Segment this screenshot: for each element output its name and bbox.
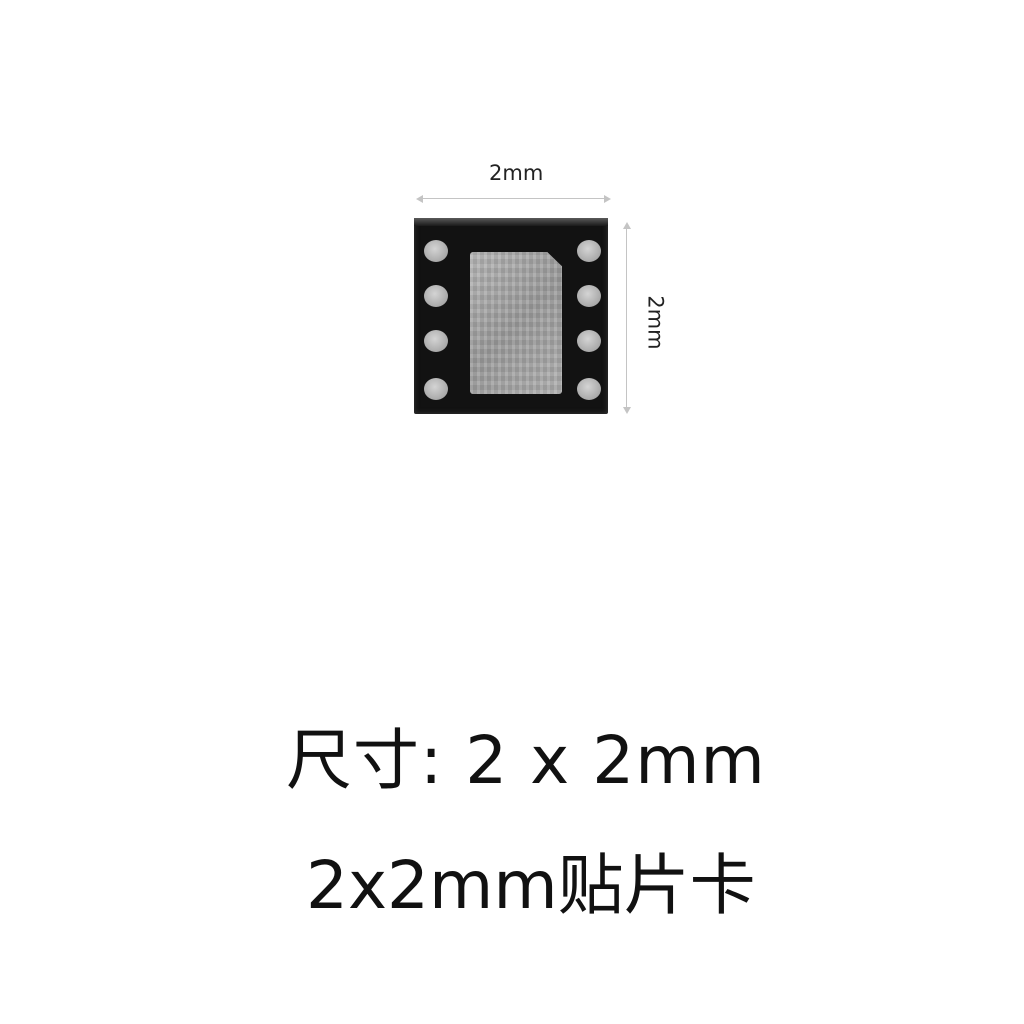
pad-left-1: [424, 240, 448, 262]
size-caption: 尺寸: 2 x 2mm: [286, 722, 766, 799]
arrow-down-icon: [623, 407, 631, 414]
width-dimension-line: [418, 198, 608, 199]
pad-right-1: [577, 240, 601, 262]
pad-right-2: [577, 285, 601, 307]
height-dimension-line: [626, 224, 627, 412]
thermal-pad: [470, 252, 562, 394]
arrow-right-icon: [604, 195, 611, 203]
pad-left-4: [424, 378, 448, 400]
height-dimension-label: 2mm: [643, 295, 668, 350]
width-dimension-label: 2mm: [489, 161, 544, 185]
pad-right-3: [577, 330, 601, 352]
arrow-left-icon: [416, 195, 423, 203]
chip-package: [414, 218, 608, 414]
pad-left-2: [424, 285, 448, 307]
pad-right-4: [577, 378, 601, 400]
pad-left-3: [424, 330, 448, 352]
arrow-up-icon: [623, 222, 631, 229]
product-caption: 2x2mm贴片卡: [306, 847, 756, 924]
product-image: 2mm 2mm 尺寸: 2 x 2mm 2x2mm贴片卡: [0, 0, 1024, 1024]
